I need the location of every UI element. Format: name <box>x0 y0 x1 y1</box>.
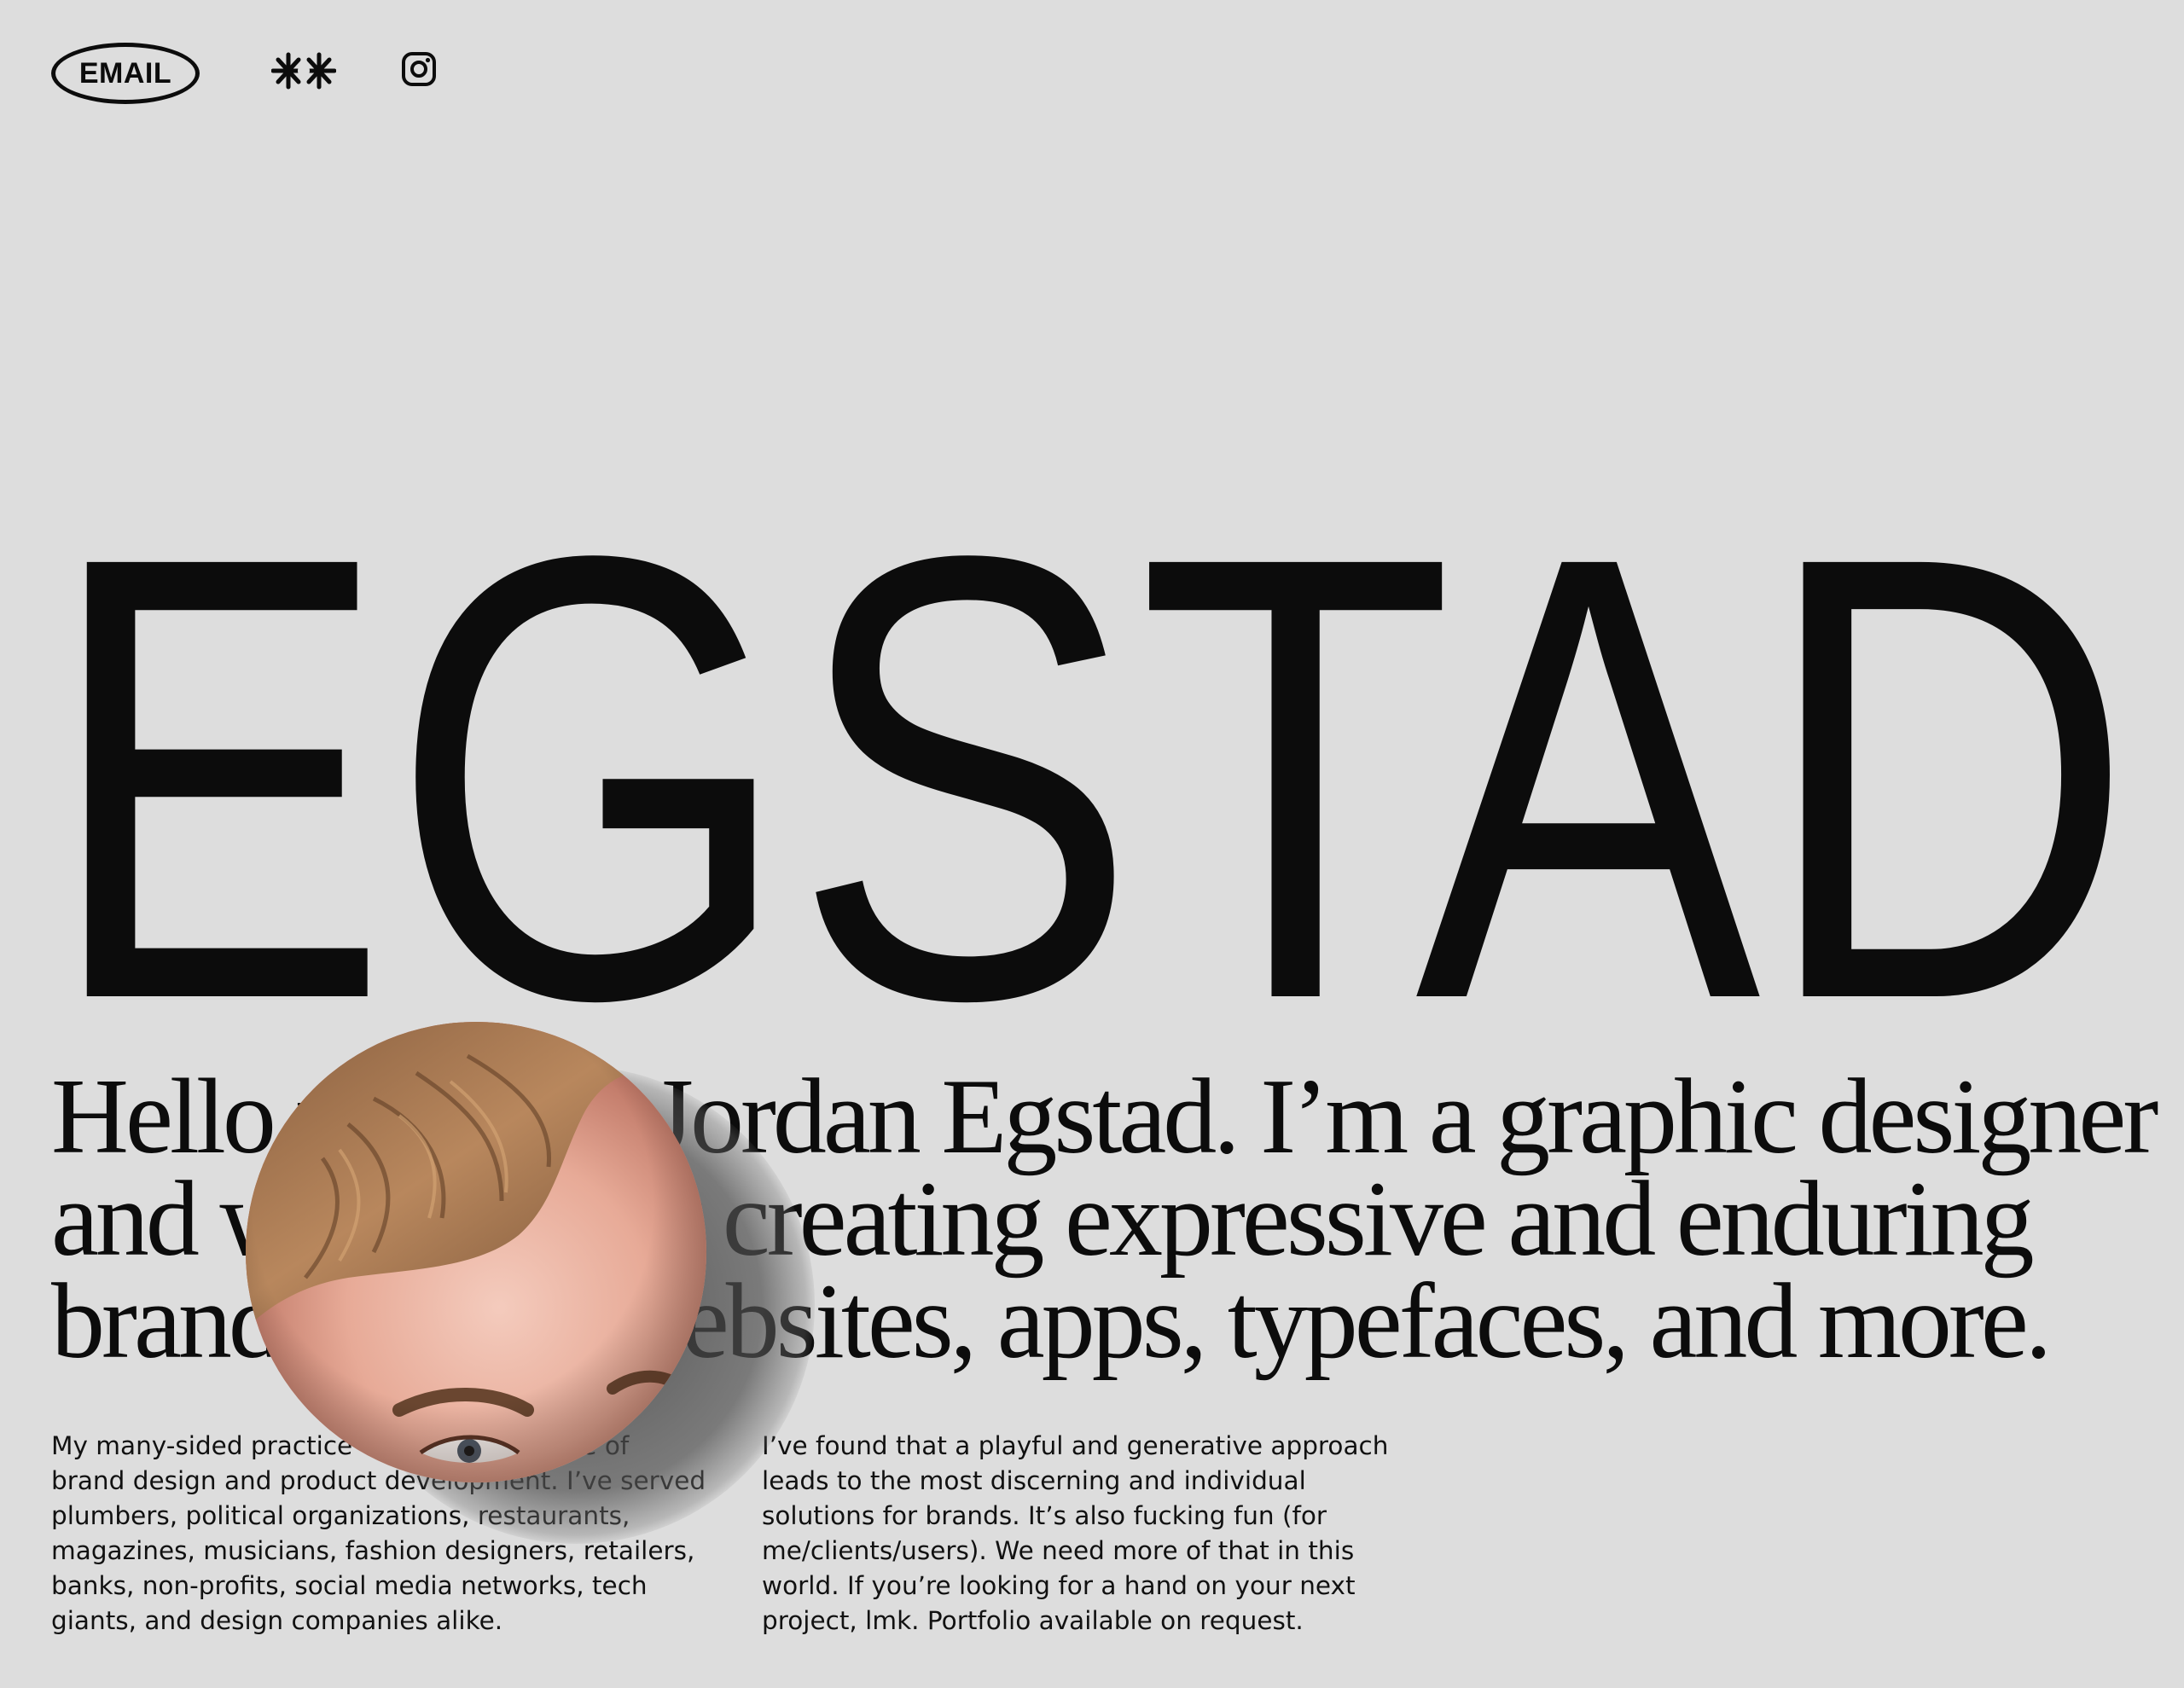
portrait-photo <box>246 1022 706 1482</box>
wordmark: EGSTAD <box>44 478 2135 1041</box>
paragraph-line: me/clients/users). We need more of that … <box>762 1536 1355 1565</box>
email-button[interactable]: EMAIL <box>51 43 200 104</box>
instagram-icon[interactable] <box>401 51 437 87</box>
paragraph-line: project, lmk. Portfolio available on req… <box>762 1606 1304 1635</box>
paragraph-line: solutions for brands. It’s also fucking … <box>762 1501 1327 1530</box>
approach-paragraph: I’ve found that a playful and generative… <box>762 1429 1427 1639</box>
paragraph-line: giants, and design companies alike. <box>51 1606 503 1635</box>
double-star-icon[interactable] <box>271 51 336 90</box>
paragraph-line: banks, non-profits, social media network… <box>51 1571 648 1600</box>
paragraph-line: world. If you’re looking for a hand on y… <box>762 1571 1356 1600</box>
wordmark-text: EGSTAD <box>44 478 2135 1041</box>
portrait-face-illustration <box>246 1022 706 1482</box>
paragraph-line: leads to the most discerning and individ… <box>762 1466 1306 1495</box>
paragraph-line: I’ve found that a playful and generative… <box>762 1431 1389 1460</box>
